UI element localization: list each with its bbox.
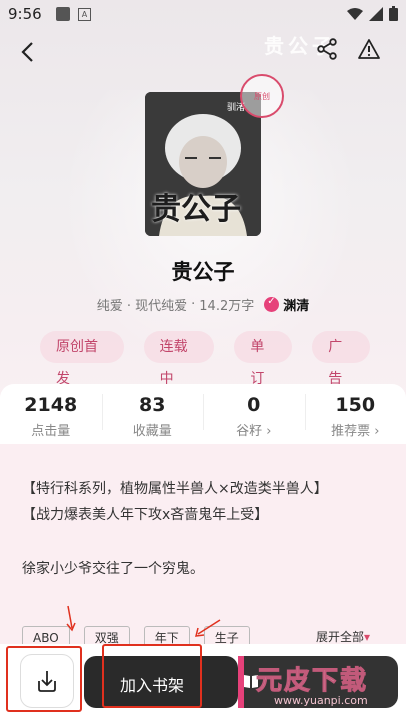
status-indicators	[347, 6, 398, 21]
stat-recommend-votes[interactable]: 150 推荐票 ›	[304, 384, 406, 444]
description-line: 【特行科系列，植物属性半兽人×改造类半兽人】	[22, 481, 328, 497]
book-description: 【特行科系列，植物属性半兽人×改造类半兽人】 【战力爆表美人年下攻x吝啬鬼年上受…	[0, 444, 406, 644]
stat-label: 点击量	[31, 424, 71, 439]
battery-icon	[389, 6, 398, 21]
description-line: 徐家小少爷交往了一个穷鬼。	[22, 561, 204, 577]
download-icon	[38, 671, 56, 692]
share-icon[interactable]	[316, 38, 338, 60]
download-button[interactable]	[20, 654, 74, 708]
notification-icon	[56, 7, 70, 21]
watermark-url: www.yuanpi.com	[274, 694, 368, 707]
stat-clicks: 2148 点击量	[0, 384, 102, 444]
wifi-icon	[347, 7, 363, 20]
verified-icon	[264, 296, 280, 312]
book-title: 贵公子	[171, 260, 235, 284]
original-stamp: 原创	[240, 74, 284, 118]
status-time: 9:56	[8, 5, 42, 23]
stat-favorites: 83 收藏量	[101, 384, 204, 444]
book-tags: 原创首发 连载中 单订 广告	[40, 331, 370, 387]
stat-label: 收藏量	[132, 424, 172, 439]
tag-ad[interactable]: 广告	[312, 331, 370, 387]
book-category: 纯爱 · 现代纯爱	[96, 299, 188, 314]
book-meta: 纯爱 · 现代纯爱 · 14.2万字 渊清	[0, 295, 406, 314]
back-arrow-icon[interactable]	[16, 40, 40, 64]
stat-value: 0	[247, 394, 261, 416]
app-notification-icon: A	[78, 8, 91, 21]
stat-label: 谷籽 ›	[236, 424, 272, 439]
book-cover[interactable]: 驯渚 贵公子	[145, 92, 261, 236]
caret-down-icon: ▾	[364, 630, 371, 644]
expand-all-button[interactable]: 展开全部▾	[316, 628, 370, 645]
tag-original: 原创首发	[40, 331, 124, 387]
stats-panel: 2148 点击量 83 收藏量 0 谷籽 › 150 推荐票 ›	[0, 384, 406, 444]
watermark: 元皮下载 www.yuanpi.com	[252, 656, 402, 716]
author-name[interactable]: 渊清	[283, 295, 309, 314]
description-line: 【战力爆表美人年下攻x吝啬鬼年上受】	[22, 507, 269, 523]
stat-value: 150	[335, 394, 376, 416]
cover-title: 贵公子	[151, 192, 241, 227]
stat-label: 推荐票 ›	[331, 424, 380, 439]
signal-icon	[369, 6, 383, 21]
tag-single-order: 单订	[234, 331, 293, 387]
warning-icon[interactable]	[358, 38, 380, 60]
add-to-shelf-button[interactable]: 加入书架	[84, 656, 238, 708]
stat-grains[interactable]: 0 谷籽 ›	[203, 384, 305, 444]
book-word-count: 14.2万字	[199, 299, 255, 314]
stat-value: 2148	[24, 394, 78, 416]
watermark-main: 元皮下载	[255, 666, 369, 697]
expand-label: 展开全部	[316, 630, 365, 644]
add-to-shelf-label: 加入书架	[120, 676, 185, 695]
status-bar: 9:56 A	[0, 0, 406, 28]
tag-serializing: 连载中	[143, 331, 215, 387]
meta-separator: ·	[191, 297, 196, 312]
stat-value: 83	[139, 394, 166, 416]
